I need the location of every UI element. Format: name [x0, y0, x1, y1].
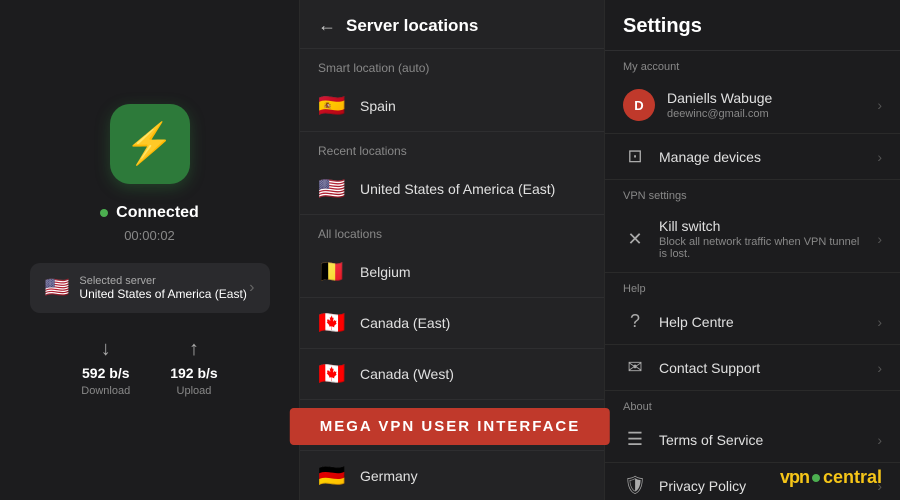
help-centre-icon: ?: [623, 311, 647, 332]
list-item[interactable]: 🇨🇦 Canada (West): [300, 349, 604, 400]
manage-devices-item[interactable]: ⊡ Manage devices ›: [605, 134, 900, 180]
germany-name: Germany: [360, 468, 418, 484]
kill-switch-item[interactable]: ✕ Kill switch Block all network traffic …: [605, 206, 900, 273]
speed-row: ↓ 592 b/s Download ↑ 192 b/s Upload: [81, 338, 217, 397]
left-panel: ⚡ Connected 00:00:02 🇺🇸 Selected server …: [0, 0, 300, 500]
terms-content: Terms of Service: [659, 432, 865, 448]
profile-chevron-icon: ›: [877, 97, 882, 113]
devices-icon: ⊡: [623, 146, 647, 167]
status-text: Connected: [116, 204, 199, 222]
smart-location-item[interactable]: 🇪🇸 Spain: [300, 81, 604, 132]
contact-support-content: Contact Support: [659, 360, 865, 376]
recent-location-item[interactable]: 🇺🇸 United States of America (East): [300, 164, 604, 215]
help-label: Help: [605, 273, 900, 299]
about-label: About: [605, 391, 900, 417]
settings-title: Settings: [623, 15, 702, 37]
download-value: 592 b/s: [82, 365, 129, 381]
terms-chevron-icon: ›: [877, 432, 882, 448]
user-avatar: D: [623, 89, 655, 121]
server-label: Selected server: [79, 275, 246, 287]
server-chevron-icon: ›: [249, 279, 254, 297]
server-flag: 🇺🇸: [45, 275, 70, 300]
list-item[interactable]: 🇩🇪 Germany: [300, 451, 604, 500]
my-account-label: My account: [605, 51, 900, 77]
download-icon: ↓: [101, 338, 111, 361]
user-name: Daniells Wabuge: [667, 90, 865, 106]
kill-switch-icon: ✕: [623, 229, 647, 250]
terms-item[interactable]: ☰ Terms of Service ›: [605, 417, 900, 463]
recent-section-label: Recent locations: [300, 132, 604, 164]
back-button[interactable]: ←: [318, 15, 336, 36]
download-speed: ↓ 592 b/s Download: [81, 338, 130, 397]
canada-west-flag-icon: 🇨🇦: [318, 361, 346, 387]
connection-status: Connected: [100, 204, 199, 222]
devices-chevron-icon: ›: [877, 149, 882, 165]
us-flag-icon: 🇺🇸: [318, 176, 346, 202]
contact-support-icon: ✉: [623, 357, 647, 378]
watermark-vpn: vpn: [780, 467, 809, 488]
connection-timer: 00:00:02: [124, 228, 175, 243]
user-email: deewinc@gmail.com: [667, 108, 865, 120]
server-left: 🇺🇸 Selected server United States of Amer…: [45, 275, 247, 301]
upload-icon: ↑: [189, 338, 199, 361]
all-section-label: All locations: [300, 215, 604, 247]
settings-header: Settings: [605, 0, 900, 51]
upload-value: 192 b/s: [170, 365, 217, 381]
manage-devices-content: Manage devices: [659, 149, 865, 165]
terms-title: Terms of Service: [659, 432, 865, 448]
us-name: United States of America (East): [360, 181, 555, 197]
watermark: vpn central: [780, 467, 882, 488]
server-info: Selected server United States of America…: [79, 275, 246, 301]
help-centre-item[interactable]: ? Help Centre ›: [605, 299, 900, 345]
canada-east-flag-icon: 🇨🇦: [318, 310, 346, 336]
spain-flag-icon: 🇪🇸: [318, 93, 346, 119]
smart-section-label: Smart location (auto): [300, 49, 604, 81]
kill-switch-chevron-icon: ›: [877, 231, 882, 247]
help-centre-content: Help Centre: [659, 314, 865, 330]
manage-devices-title: Manage devices: [659, 149, 865, 165]
panel-title: Server locations: [346, 16, 478, 36]
banner: MEGA VPN USER INTERFACE: [290, 408, 610, 445]
contact-support-item[interactable]: ✉ Contact Support ›: [605, 345, 900, 391]
spain-name: Spain: [360, 98, 396, 114]
upload-label: Upload: [177, 385, 212, 397]
privacy-icon: 🛡: [623, 475, 647, 496]
selected-server-box[interactable]: 🇺🇸 Selected server United States of Amer…: [30, 263, 270, 313]
kill-switch-content: Kill switch Block all network traffic wh…: [659, 218, 865, 260]
user-info: Daniells Wabuge deewinc@gmail.com: [667, 90, 865, 120]
watermark-dot-icon: [812, 474, 820, 482]
belgium-name: Belgium: [360, 264, 411, 280]
vpn-icon: ⚡: [110, 104, 190, 184]
help-chevron-icon: ›: [877, 314, 882, 330]
contact-support-title: Contact Support: [659, 360, 865, 376]
download-label: Download: [81, 385, 130, 397]
belgium-flag-icon: 🇧🇪: [318, 259, 346, 285]
terms-icon: ☰: [623, 429, 647, 450]
canada-west-name: Canada (West): [360, 366, 454, 382]
vpn-settings-label: VPN settings: [605, 180, 900, 206]
server-name: United States of America (East): [79, 287, 246, 301]
kill-switch-title: Kill switch: [659, 218, 865, 234]
germany-flag-icon: 🇩🇪: [318, 463, 346, 489]
panel-header: ← Server locations: [300, 0, 604, 49]
status-dot: [100, 209, 108, 217]
upload-speed: ↑ 192 b/s Upload: [170, 338, 217, 397]
contact-chevron-icon: ›: [877, 360, 882, 376]
user-profile-item[interactable]: D Daniells Wabuge deewinc@gmail.com ›: [605, 77, 900, 134]
bolt-icon: ⚡: [125, 124, 175, 164]
kill-switch-subtitle: Block all network traffic when VPN tunne…: [659, 236, 865, 260]
help-centre-title: Help Centre: [659, 314, 865, 330]
watermark-central: central: [823, 467, 882, 488]
right-panel: Settings My account D Daniells Wabuge de…: [605, 0, 900, 500]
list-item[interactable]: 🇧🇪 Belgium: [300, 247, 604, 298]
canada-east-name: Canada (East): [360, 315, 450, 331]
list-item[interactable]: 🇨🇦 Canada (East): [300, 298, 604, 349]
